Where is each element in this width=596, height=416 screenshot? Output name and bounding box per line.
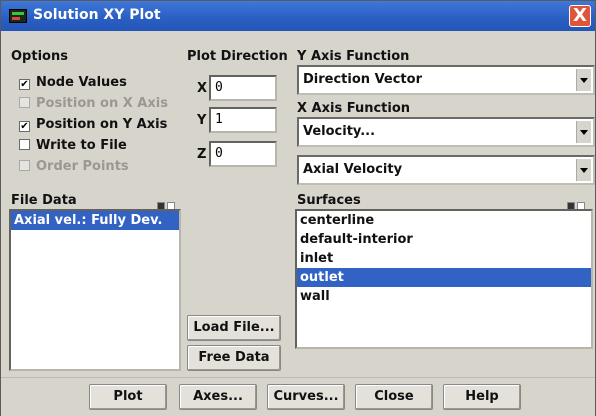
close-button[interactable]: Close (355, 384, 433, 410)
checkbox-icon (19, 160, 30, 171)
node-values-checkbox[interactable]: ✔ Node Values (19, 75, 127, 95)
close-window-button[interactable]: X (569, 5, 591, 27)
position-x-axis-checkbox: Position on X Axis (19, 96, 168, 116)
list-item[interactable]: outlet (297, 268, 591, 287)
x-direction-label: X (197, 81, 208, 96)
axes-button[interactable]: Axes... (179, 384, 257, 410)
file-data-list[interactable]: Axial vel.: Fully Dev. (9, 209, 181, 371)
title-bar[interactable]: Solution XY Plot X (1, 1, 595, 31)
z-direction-label: Z (197, 147, 207, 162)
checkbox-icon: ✔ (19, 79, 30, 90)
checkbox-icon: ✔ (19, 121, 30, 132)
app-icon (9, 9, 27, 23)
surfaces-heading: Surfaces (297, 193, 361, 208)
list-item[interactable]: centerline (297, 211, 591, 230)
list-item[interactable]: default-interior (297, 230, 591, 249)
checkbox-icon (19, 139, 30, 150)
write-to-file-checkbox[interactable]: Write to File (19, 138, 127, 158)
x-axis-function-dropdown[interactable]: Axial Velocity (297, 155, 595, 185)
x-axis-category-dropdown[interactable]: Velocity... (297, 117, 595, 147)
y-axis-function-dropdown[interactable]: Direction Vector (297, 65, 595, 95)
surfaces-select-buttons[interactable] (565, 197, 585, 212)
order-points-checkbox: Order Points (19, 159, 129, 179)
x-direction-input[interactable]: 0 (209, 75, 277, 101)
help-button[interactable]: Help (443, 384, 521, 410)
file-data-select-buttons[interactable] (155, 197, 175, 212)
chevron-down-icon[interactable] (576, 121, 591, 143)
z-direction-input[interactable]: 0 (209, 141, 277, 167)
window-title: Solution XY Plot (33, 7, 161, 23)
y-direction-input[interactable]: 1 (209, 107, 277, 133)
y-axis-function-heading: Y Axis Function (297, 49, 410, 64)
chevron-down-icon[interactable] (576, 69, 591, 91)
checkbox-icon (19, 97, 30, 108)
load-file-button[interactable]: Load File... (187, 315, 281, 341)
chevron-down-icon[interactable] (576, 159, 591, 181)
y-direction-label: Y (197, 113, 207, 128)
file-data-heading: File Data (11, 193, 77, 208)
list-item[interactable]: inlet (297, 249, 591, 268)
list-item[interactable]: wall (297, 287, 591, 306)
options-heading: Options (11, 49, 68, 64)
curves-button[interactable]: Curves... (267, 384, 345, 410)
plot-direction-heading: Plot Direction (187, 49, 288, 64)
solution-xy-plot-window: Solution XY Plot X Options ✔ Node Values … (0, 0, 596, 416)
free-data-button[interactable]: Free Data (187, 345, 281, 371)
x-axis-function-heading: X Axis Function (297, 101, 411, 116)
surfaces-list[interactable]: centerline default-interior inlet outlet… (295, 209, 593, 349)
list-item[interactable]: Axial vel.: Fully Dev. (11, 211, 179, 230)
button-bar: Plot Axes... Curves... Close Help (1, 377, 595, 416)
plot-button[interactable]: Plot (89, 384, 167, 410)
position-y-axis-checkbox[interactable]: ✔ Position on Y Axis (19, 117, 167, 137)
